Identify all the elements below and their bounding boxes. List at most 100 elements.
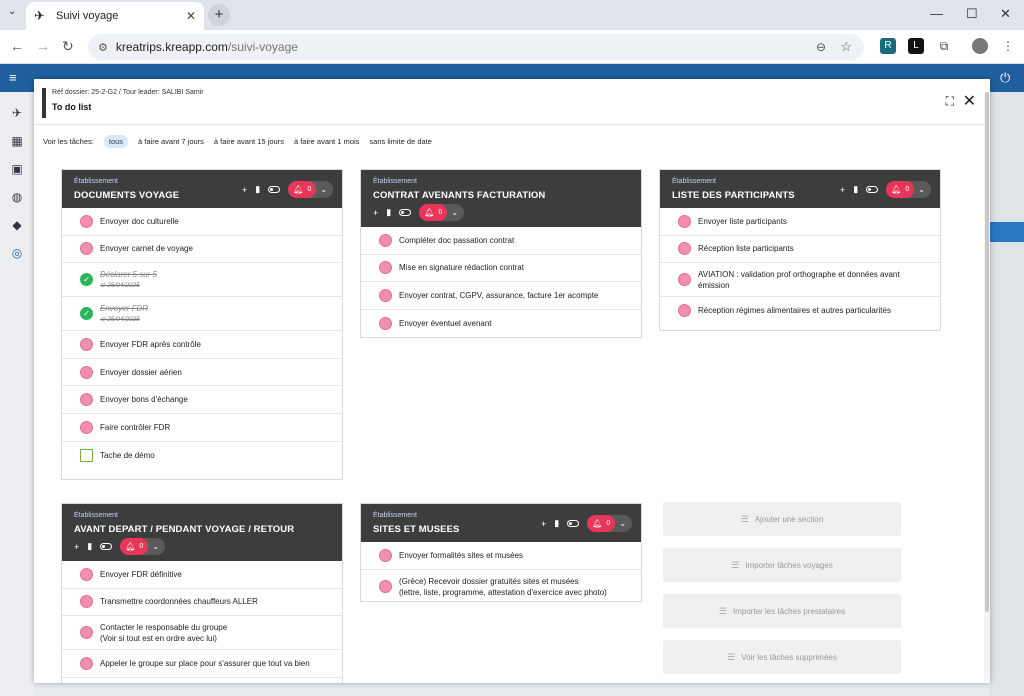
task-status-dot[interactable]: [379, 317, 392, 331]
task-status-dot[interactable]: [80, 365, 93, 379]
task-row[interactable]: Faire contrôler FDR: [62, 414, 342, 442]
extension-r-icon[interactable]: R: [880, 38, 896, 54]
toggle-icon[interactable]: [399, 209, 412, 216]
add-task-icon[interactable]: +: [74, 542, 79, 552]
task-status-dot[interactable]: [80, 393, 93, 407]
import-provider-tasks-button[interactable]: ☰ Importer les tâches prestataires: [663, 594, 901, 628]
task-status-dot[interactable]: [80, 337, 93, 351]
site-settings-icon[interactable]: ⚙: [98, 41, 108, 54]
extensions-puzzle-icon[interactable]: ⧉: [936, 38, 952, 54]
task-status-dot[interactable]: [80, 626, 93, 640]
notification-group[interactable]: 🔔︎ 0 ⌄: [419, 204, 464, 221]
task-row[interactable]: Contacter le responsable du groupe (Voir …: [62, 616, 342, 651]
users-icon[interactable]: ◍: [10, 190, 24, 204]
task-row[interactable]: Mise en signature rédaction contrat: [361, 255, 641, 283]
add-task-icon[interactable]: +: [373, 208, 378, 218]
hamburger-menu-icon[interactable]: ≡: [9, 70, 17, 85]
toggle-icon[interactable]: [268, 186, 281, 193]
delete-icon[interactable]: ▮: [853, 184, 858, 195]
import-travel-tasks-button[interactable]: ☰ Importer tâches voyages: [663, 548, 901, 582]
toggle-icon[interactable]: [567, 520, 580, 527]
notification-badge[interactable]: 🔔︎ 0: [886, 181, 915, 198]
filter-7-jours[interactable]: à faire avant 7 jours: [138, 137, 204, 146]
new-tab-button[interactable]: +: [208, 4, 230, 26]
task-row-done[interactable]: ✓ Envoyer FDR ⊙ 25/04/2025: [62, 297, 342, 332]
filter-1-mois[interactable]: à faire avant 1 mois: [294, 137, 359, 146]
back-icon[interactable]: ←: [10, 38, 24, 54]
filter-tous[interactable]: tous: [103, 135, 129, 148]
task-row[interactable]: Envoyer formalités sites et musées: [361, 542, 641, 570]
task-status-dot[interactable]: [379, 288, 392, 302]
task-row[interactable]: Envoyer FDR après contrôle: [62, 331, 342, 359]
view-deleted-tasks-button[interactable]: ☰ Voir les tâches supprimées: [663, 640, 901, 674]
task-status-dot[interactable]: [80, 214, 93, 228]
task-status-dot[interactable]: [80, 567, 93, 581]
task-status-dot[interactable]: [80, 420, 93, 434]
notification-group[interactable]: 🔔︎ 0 ⌄: [288, 181, 333, 198]
chevron-down-icon[interactable]: ⌄: [316, 185, 333, 194]
notification-badge[interactable]: 🔔︎ 0: [120, 538, 149, 555]
maximize-icon[interactable]: ☐: [966, 6, 978, 22]
task-status-dot[interactable]: [678, 273, 691, 287]
add-task-icon[interactable]: +: [541, 519, 546, 529]
notification-group[interactable]: 🔔︎ 0 ⌄: [886, 181, 931, 198]
task-row[interactable]: Transmettre coordonnées chauffeurs ALLER: [62, 589, 342, 617]
task-row[interactable]: (Grèce) Recevoir dossier gratuités sites…: [361, 570, 641, 604]
task-status-dot[interactable]: [80, 595, 93, 609]
url-input[interactable]: ⚙ kreatrips.kreapp.com /suivi-voyage ⊖ ☆: [88, 34, 864, 60]
notification-badge[interactable]: 🔔︎ 0: [288, 181, 317, 198]
forward-icon[interactable]: →: [36, 38, 50, 54]
delete-icon[interactable]: ▮: [554, 518, 559, 529]
task-status-dot[interactable]: [678, 304, 691, 318]
chevron-down-icon[interactable]: ⌄: [615, 519, 632, 528]
page-scrollbar[interactable]: [984, 92, 990, 682]
task-row[interactable]: Envoyer FDR définitive: [62, 561, 342, 589]
browser-menu-icon[interactable]: ⋮: [1000, 38, 1016, 54]
chevron-down-icon[interactable]: ⌄: [914, 185, 931, 194]
globe-search-icon[interactable]: ◎: [10, 246, 24, 260]
task-status-dot[interactable]: [379, 548, 392, 562]
scrollbar-thumb[interactable]: [985, 92, 989, 612]
plane-icon[interactable]: ✈: [10, 106, 24, 120]
browser-tab[interactable]: ✈ Suivi voyage ✕: [26, 2, 204, 30]
notification-group[interactable]: 🔔︎ 0 ⌄: [120, 538, 165, 555]
task-row[interactable]: Envoyer doc culturelle: [62, 208, 342, 236]
task-checkbox[interactable]: [80, 448, 93, 462]
check-icon[interactable]: ✓: [80, 273, 93, 287]
add-task-icon[interactable]: +: [242, 185, 247, 195]
reload-icon[interactable]: ↻: [62, 38, 74, 55]
task-row[interactable]: Envoyer éventuel avenant: [361, 310, 641, 338]
power-icon[interactable]: ⏻: [1000, 70, 1010, 86]
notification-group[interactable]: 🔔︎ 0 ⌄: [587, 515, 632, 532]
task-row[interactable]: Réception liste participants: [660, 236, 940, 264]
task-status-dot[interactable]: [678, 242, 691, 256]
zoom-icon[interactable]: ⊖: [816, 40, 826, 54]
profile-avatar[interactable]: [972, 38, 988, 54]
task-row[interactable]: Envoyer dossier aérien: [62, 359, 342, 387]
toggle-icon[interactable]: [866, 186, 879, 193]
add-section-button[interactable]: ☰ Ajouter une section: [663, 502, 901, 536]
task-row[interactable]: Envoyer contrat, CGPV, assurance, factur…: [361, 282, 641, 310]
chevron-down-icon[interactable]: ⌄: [447, 208, 464, 217]
task-row[interactable]: Appeler le groupe sur place pour s'assur…: [62, 650, 342, 678]
bookmark-star-icon[interactable]: ☆: [840, 39, 852, 55]
task-status-dot[interactable]: [80, 242, 93, 256]
notification-badge[interactable]: 🔔︎ 0: [587, 515, 616, 532]
delete-icon[interactable]: ▮: [87, 541, 92, 552]
modal-close-icon[interactable]: ✕: [963, 91, 976, 111]
toggle-icon[interactable]: [100, 543, 113, 550]
task-row[interactable]: Compléter doc passation contrat: [361, 227, 641, 255]
minimize-icon[interactable]: —: [930, 6, 943, 21]
task-status-dot[interactable]: [379, 233, 392, 247]
task-row[interactable]: Envoyer carnet de voyage: [62, 236, 342, 264]
task-row[interactable]: Réception régimes alimentaires et autres…: [660, 297, 940, 325]
delete-icon[interactable]: ▮: [255, 184, 260, 195]
add-task-icon[interactable]: +: [840, 185, 845, 195]
chevron-down-icon[interactable]: ⌄: [148, 542, 165, 551]
task-row-done[interactable]: ✓ Déclarer 5 sur 5 ⊙ 25/04/2025: [62, 263, 342, 298]
task-row-demo[interactable]: Tache de démo: [62, 442, 342, 470]
task-status-dot[interactable]: [379, 261, 392, 275]
diamond-icon[interactable]: ◆: [10, 218, 24, 232]
notification-badge[interactable]: 🔔︎ 0: [419, 204, 448, 221]
task-status-dot[interactable]: [379, 580, 392, 594]
